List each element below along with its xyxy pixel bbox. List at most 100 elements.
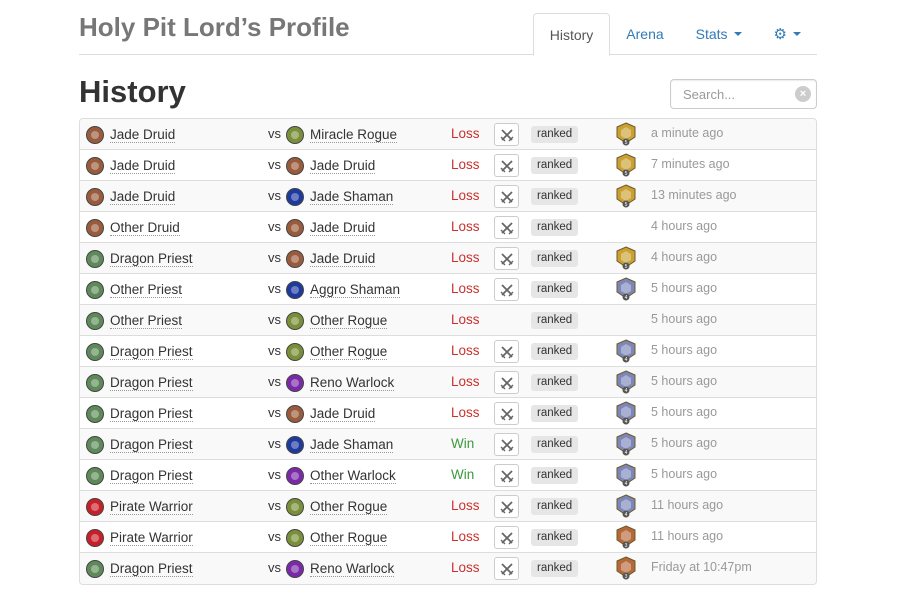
opponent-deck-link[interactable]: Other Warlock: [310, 468, 396, 484]
clear-search-icon[interactable]: ×: [795, 86, 811, 102]
game-mode-badge: ranked: [531, 157, 579, 174]
result-label: Loss: [451, 126, 480, 141]
replay-button[interactable]: [494, 278, 519, 301]
rank-number: 4: [625, 295, 628, 301]
timestamp: 11 hours ago: [651, 498, 724, 512]
priest-hero-icon: [86, 373, 104, 392]
shaman-hero-icon: [286, 435, 304, 454]
crossed-swords-icon: [500, 438, 513, 451]
player-deck: Jade Druid: [86, 181, 176, 212]
page-title: History: [79, 74, 186, 109]
replay-button[interactable]: [494, 371, 519, 394]
settings-dropdown[interactable]: ⚙: [758, 13, 817, 55]
vs-label: vs: [268, 281, 281, 296]
table-row: Pirate Warrior vs Other Rogue Loss ranke…: [80, 491, 816, 522]
vs-label: vs: [268, 467, 281, 482]
replay-button[interactable]: [494, 557, 519, 580]
replay-button[interactable]: [494, 526, 519, 549]
history-table: Jade Druid vs Miracle Rogue Loss ranked …: [79, 118, 817, 585]
crossed-swords-icon: [500, 531, 513, 544]
player-deck-link[interactable]: Pirate Warrior: [110, 499, 193, 515]
opponent-deck-link[interactable]: Other Rogue: [310, 344, 388, 360]
opponent-deck-link[interactable]: Aggro Shaman: [310, 282, 401, 298]
priest-hero-icon: [86, 466, 104, 485]
opponent-deck-link[interactable]: Jade Druid: [310, 251, 376, 267]
vs-label: vs: [268, 374, 281, 389]
tab-arena[interactable]: Arena: [610, 13, 679, 55]
player-deck-link[interactable]: Other Priest: [110, 313, 183, 329]
player-deck-link[interactable]: Other Priest: [110, 282, 183, 298]
opponent-deck-link[interactable]: Jade Shaman: [310, 189, 394, 205]
player-deck-link[interactable]: Dragon Priest: [110, 437, 193, 453]
player-deck-link[interactable]: Jade Druid: [110, 127, 176, 143]
replay-button[interactable]: [494, 433, 519, 456]
rank-number: 4: [625, 388, 628, 394]
player-deck-link[interactable]: Dragon Priest: [110, 406, 193, 422]
rank-medal-icon: 5: [616, 122, 636, 146]
warlock-hero-icon: [286, 559, 304, 578]
player-deck: Dragon Priest: [86, 553, 193, 584]
game-mode-badge: ranked: [531, 126, 579, 143]
table-row: Dragon Priest vs Other Rogue Loss ranked…: [80, 336, 816, 367]
player-deck-link[interactable]: Dragon Priest: [110, 344, 193, 360]
tab-stats-dropdown[interactable]: Stats: [680, 13, 758, 55]
replay-button[interactable]: [494, 495, 519, 518]
game-mode-badge: ranked: [531, 188, 579, 205]
rank-number: 3: [625, 543, 628, 549]
game-mode-badge: ranked: [531, 436, 579, 453]
opponent-deck-link[interactable]: Reno Warlock: [310, 375, 395, 391]
opponent-deck: Reno Warlock: [286, 367, 395, 398]
tab-history-label: History: [549, 26, 594, 43]
replay-button[interactable]: [494, 402, 519, 425]
opponent-deck-link[interactable]: Other Rogue: [310, 530, 388, 546]
opponent-deck-link[interactable]: Other Rogue: [310, 313, 388, 329]
player-deck-link[interactable]: Dragon Priest: [110, 375, 193, 391]
druid-hero-icon: [286, 404, 304, 423]
player-deck-link[interactable]: Pirate Warrior: [110, 530, 193, 546]
tab-history[interactable]: History: [532, 13, 611, 56]
replay-button[interactable]: [494, 185, 519, 208]
opponent-deck-link[interactable]: Miracle Rogue: [310, 127, 398, 143]
player-deck-link[interactable]: Dragon Priest: [110, 468, 193, 484]
opponent-deck-link[interactable]: Reno Warlock: [310, 561, 395, 577]
replay-button[interactable]: [494, 464, 519, 487]
opponent-deck-link[interactable]: Jade Shaman: [310, 437, 394, 453]
player-deck-link[interactable]: Jade Druid: [110, 158, 176, 174]
player-deck-link[interactable]: Dragon Priest: [110, 251, 193, 267]
result-label: Loss: [451, 560, 480, 575]
rank-number: 5: [625, 171, 628, 177]
player-deck-link[interactable]: Dragon Priest: [110, 561, 193, 577]
priest-hero-icon: [86, 404, 104, 423]
priest-hero-icon: [86, 342, 104, 361]
crossed-swords-icon: [500, 190, 513, 203]
shaman-hero-icon: [286, 280, 304, 299]
replay-button[interactable]: [494, 340, 519, 363]
crossed-swords-icon: [500, 221, 513, 234]
rank-medal-icon: 4: [616, 432, 636, 456]
shaman-hero-icon: [286, 187, 304, 206]
crossed-swords-icon: [500, 562, 513, 575]
timestamp: 7 minutes ago: [651, 157, 730, 171]
search-input[interactable]: [681, 86, 791, 103]
player-deck: Pirate Warrior: [86, 491, 193, 522]
replay-button[interactable]: [494, 154, 519, 177]
game-mode-badge: ranked: [531, 405, 579, 422]
profile-page: Holy Pit Lord’s Profile History Arena St…: [0, 0, 899, 596]
table-row: Jade Druid vs Miracle Rogue Loss ranked …: [80, 119, 816, 150]
player-deck-link[interactable]: Other Druid: [110, 220, 180, 236]
replay-button[interactable]: [494, 123, 519, 146]
rank-number: 5: [625, 202, 628, 208]
player-deck-link[interactable]: Jade Druid: [110, 189, 176, 205]
replay-button[interactable]: [494, 247, 519, 270]
opponent-deck: Reno Warlock: [286, 553, 395, 584]
opponent-deck-link[interactable]: Jade Druid: [310, 158, 376, 174]
opponent-deck: Jade Druid: [286, 212, 376, 243]
replay-button[interactable]: [494, 216, 519, 239]
opponent-deck-link[interactable]: Jade Druid: [310, 220, 376, 236]
opponent-deck-link[interactable]: Other Rogue: [310, 499, 388, 515]
warrior-hero-icon: [86, 528, 104, 547]
game-mode-badge: ranked: [531, 219, 579, 236]
warlock-hero-icon: [286, 373, 304, 392]
rank-medal-icon: 3: [616, 525, 636, 549]
opponent-deck-link[interactable]: Jade Druid: [310, 406, 376, 422]
